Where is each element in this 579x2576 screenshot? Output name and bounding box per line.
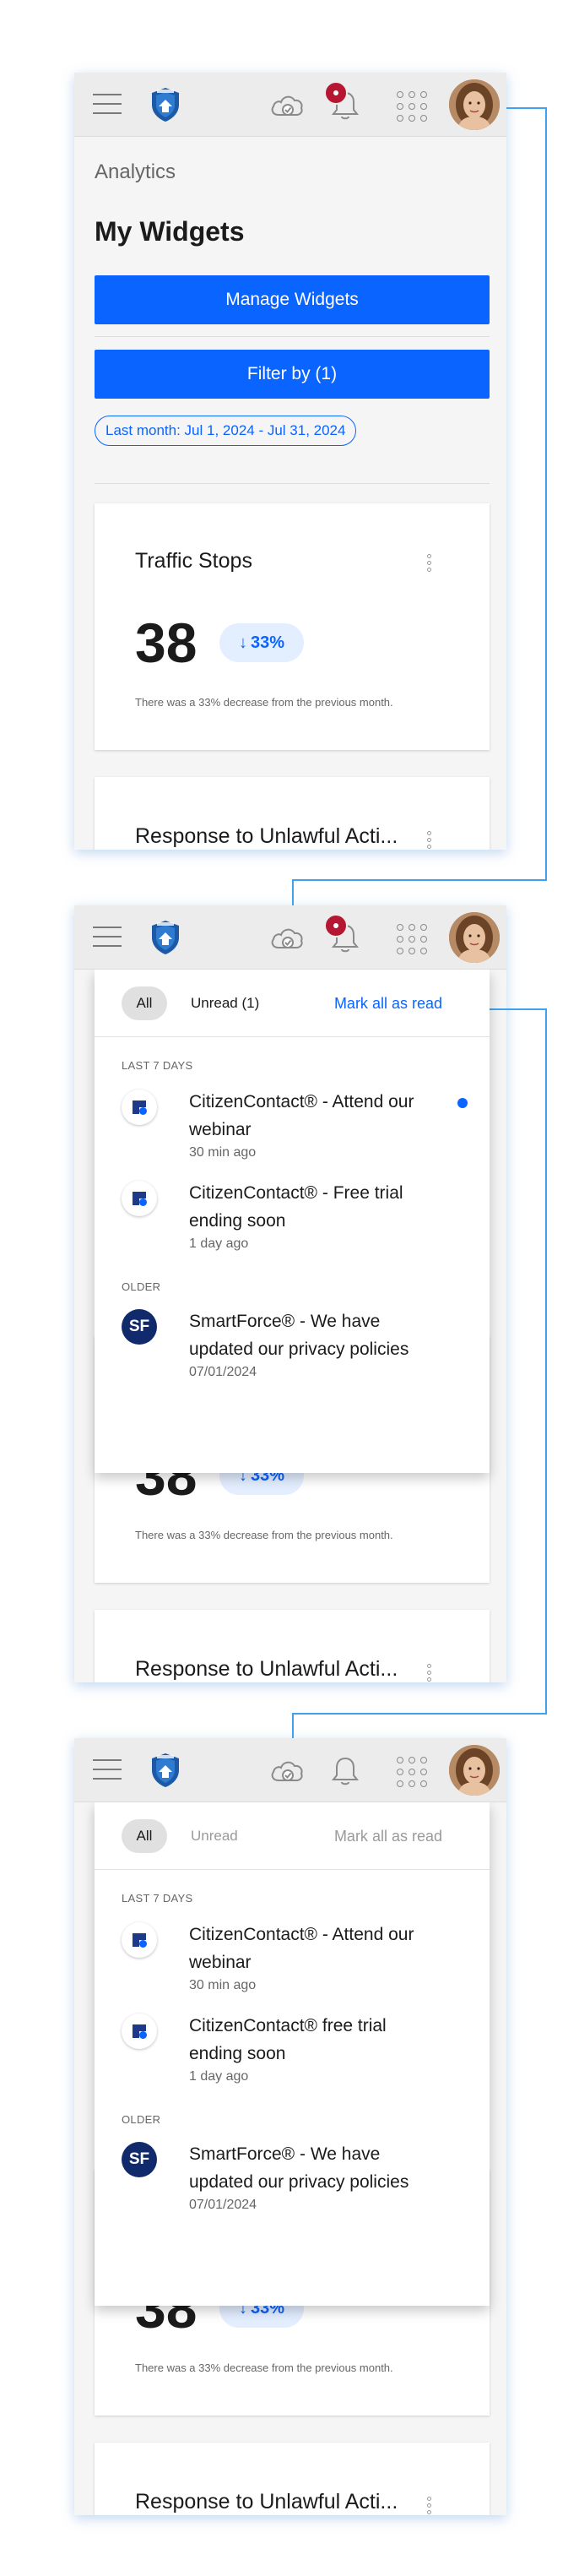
smartforce-icon: SF xyxy=(122,2142,157,2177)
notification-time: 1 day ago xyxy=(189,2069,249,2084)
citizencontact-icon xyxy=(122,1922,157,1958)
more-options-icon[interactable] xyxy=(427,831,432,850)
cloud-check-icon[interactable] xyxy=(268,1755,306,1785)
trend-value: 33% xyxy=(250,633,285,652)
notification-title: SmartForce® - We have updated our privac… xyxy=(189,2144,409,2192)
notification-time: 07/01/2024 xyxy=(189,2198,257,2212)
cloud-check-icon[interactable] xyxy=(268,90,306,120)
widget-title: Traffic Stops xyxy=(135,549,252,573)
tab-all[interactable]: All xyxy=(122,1819,167,1853)
police-badge-logo[interactable] xyxy=(145,1750,186,1791)
notification-time: 30 min ago xyxy=(189,1978,257,1992)
more-options-icon[interactable] xyxy=(427,1664,432,1682)
tab-all[interactable]: All xyxy=(122,986,167,1020)
notification-badge xyxy=(324,914,348,937)
mark-all-read-link[interactable]: Mark all as read xyxy=(334,1819,442,1853)
notification-time: 1 day ago xyxy=(189,1236,249,1251)
flow-connector xyxy=(292,1713,547,1715)
divider xyxy=(95,336,490,337)
screen-notifications-unread: Analytics My Widgets Manage Widgets Filt… xyxy=(74,905,506,1682)
manage-widgets-button[interactable]: Manage Widgets xyxy=(95,275,490,324)
widget-title: Response to Unlawful Acti... xyxy=(135,2490,398,2514)
widget-card: Response to Unlawful Acti... xyxy=(95,1610,490,1682)
flow-connector xyxy=(292,1713,294,1740)
unread-dot xyxy=(457,1098,468,1108)
user-avatar[interactable] xyxy=(449,1745,500,1796)
notifications-header: All Unread Mark all as read xyxy=(95,1802,490,1870)
apps-grid-icon[interactable] xyxy=(397,1757,427,1787)
citizencontact-icon xyxy=(122,1181,157,1216)
apps-grid-icon[interactable] xyxy=(397,924,427,954)
flow-connector xyxy=(292,879,294,907)
section-label: OLDER xyxy=(122,2113,161,2126)
more-options-icon[interactable] xyxy=(427,2497,432,2515)
more-options-icon[interactable] xyxy=(427,554,432,574)
breadcrumb[interactable]: Analytics xyxy=(95,160,176,184)
widget-title: Response to Unlawful Acti... xyxy=(135,1657,398,1681)
arrow-down-icon: ↓ xyxy=(238,633,247,652)
date-range-chip[interactable]: Last month: Jul 1, 2024 - Jul 31, 2024 xyxy=(95,416,357,446)
flow-connector xyxy=(545,107,547,881)
tab-unread[interactable]: Unread (1) xyxy=(191,986,259,1020)
widget-value: 38 xyxy=(135,611,198,674)
cloud-check-icon[interactable] xyxy=(268,922,306,953)
notification-time: 30 min ago xyxy=(189,1145,257,1160)
screen-analytics: Analytics My Widgets Manage Widgets Filt… xyxy=(74,73,506,850)
trend-badge: ↓ 33% xyxy=(219,623,304,662)
notifications-panel: All Unread Mark all as read LAST 7 DAYS … xyxy=(95,1802,490,2306)
menu-icon[interactable] xyxy=(93,1759,122,1781)
screen-notifications-read: Analytics My Widgets Manage Widgets Filt… xyxy=(74,1738,506,2515)
bell-icon[interactable] xyxy=(327,1752,363,1789)
widget-title: Response to Unlawful Acti... xyxy=(135,824,398,848)
smartforce-icon: SF xyxy=(122,1309,157,1345)
apps-grid-icon[interactable] xyxy=(397,91,427,122)
widget-note: There was a 33% decrease from the previo… xyxy=(135,696,393,709)
notification-title: CitizenContact® free trial ending soon xyxy=(189,2016,387,2063)
page-title: My Widgets xyxy=(95,216,245,247)
notification-title: CitizenContact® - Attend our webinar xyxy=(189,1092,414,1139)
notifications-panel: All Unread (1) Mark all as read LAST 7 D… xyxy=(95,970,490,1473)
police-badge-logo[interactable] xyxy=(145,84,186,125)
widget-note: There was a 33% decrease from the previo… xyxy=(135,2361,393,2374)
notification-time: 07/01/2024 xyxy=(189,1365,257,1379)
menu-icon[interactable] xyxy=(93,94,122,116)
menu-icon[interactable] xyxy=(93,927,122,948)
user-avatar[interactable] xyxy=(449,79,500,130)
widget-card: Traffic Stops 38 ↓33% There was a 33% de… xyxy=(95,503,490,750)
mark-all-read-link[interactable]: Mark all as read xyxy=(334,986,442,1020)
notification-title: CitizenContact® - Free trial ending soon xyxy=(189,1183,403,1231)
filter-button[interactable]: Filter by (1) xyxy=(95,350,490,399)
user-avatar[interactable] xyxy=(449,912,500,963)
notifications-header: All Unread (1) Mark all as read xyxy=(95,970,490,1037)
notification-badge xyxy=(324,81,348,105)
police-badge-logo[interactable] xyxy=(145,917,186,958)
tab-unread[interactable]: Unread xyxy=(191,1819,238,1853)
notification-title: SmartForce® - We have updated our privac… xyxy=(189,1312,409,1359)
widget-card: Response to Unlawful Acti... xyxy=(95,2443,490,2515)
section-label: LAST 7 DAYS xyxy=(122,1059,193,1072)
section-label: OLDER xyxy=(122,1280,161,1293)
top-bar xyxy=(74,73,506,137)
flow-connector xyxy=(545,1008,547,1715)
flow-canvas: Analytics My Widgets Manage Widgets Filt… xyxy=(0,0,579,2576)
top-bar xyxy=(74,1738,506,1802)
top-bar xyxy=(74,905,506,970)
divider xyxy=(95,483,490,484)
widget-card: Response to Unlawful Acti... xyxy=(95,777,490,850)
section-label: LAST 7 DAYS xyxy=(122,1892,193,1905)
citizencontact-icon xyxy=(122,1090,157,1125)
widget-note: There was a 33% decrease from the previo… xyxy=(135,1529,393,1541)
citizencontact-icon xyxy=(122,2014,157,2049)
notification-title: CitizenContact® - Attend our webinar xyxy=(189,1925,414,1972)
flow-connector xyxy=(292,879,547,881)
